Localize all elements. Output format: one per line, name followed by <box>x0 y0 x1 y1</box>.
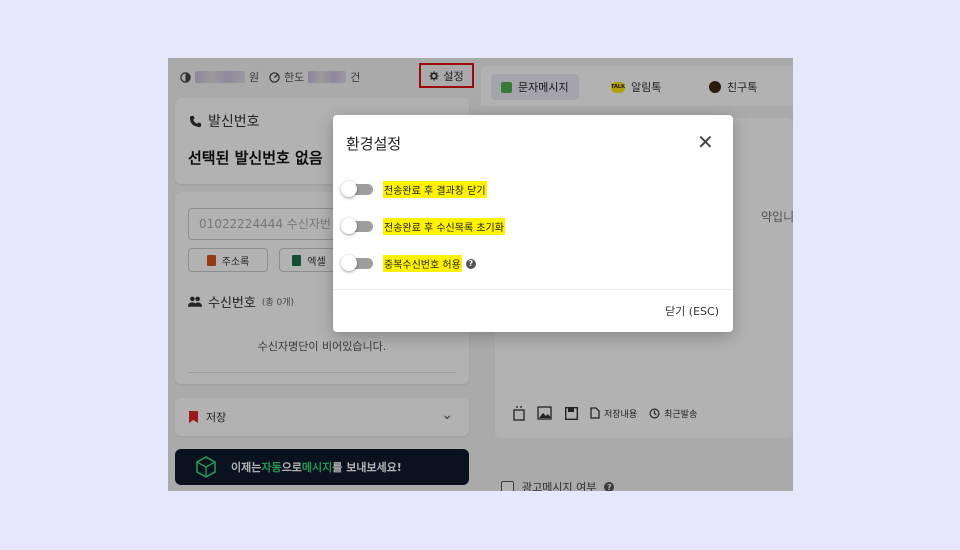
option-close-result-label: 전송완료 후 결과창 닫기 <box>383 181 487 198</box>
option-close-result: 전송완료 후 결과창 닫기 <box>341 181 487 198</box>
close-icon[interactable]: ✕ <box>697 132 714 152</box>
settings-modal: 환경설정 ✕ 전송완료 후 결과창 닫기 전송완료 후 수신목록 초기화 중복수… <box>333 115 733 332</box>
toggle-close-result[interactable] <box>341 181 373 197</box>
option-reset-list: 전송완료 후 수신목록 초기화 <box>341 218 505 235</box>
help-icon[interactable]: ? <box>465 258 476 269</box>
toggle-reset-list[interactable] <box>341 218 373 234</box>
modal-footer-divider <box>333 289 733 290</box>
option-allow-duplicate-label: 중복수신번호 허용 <box>383 255 462 272</box>
close-button[interactable]: 닫기 (ESC) <box>665 303 719 319</box>
option-reset-list-label: 전송완료 후 수신목록 초기화 <box>383 218 505 235</box>
option-allow-duplicate: 중복수신번호 허용 ? <box>341 255 476 272</box>
modal-title: 환경설정 <box>346 135 402 153</box>
toggle-allow-duplicate[interactable] <box>341 255 373 271</box>
